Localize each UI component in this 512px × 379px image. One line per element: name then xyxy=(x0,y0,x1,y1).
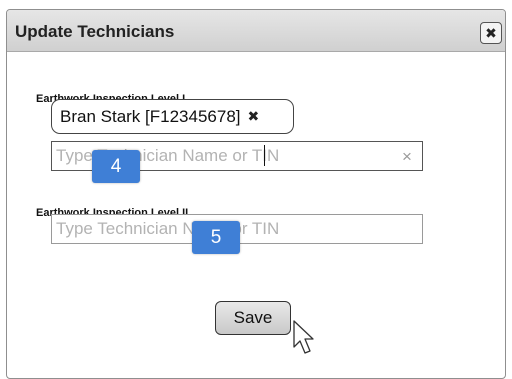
clear-icon[interactable]: × xyxy=(402,147,412,167)
step-badge-4: 4 xyxy=(92,150,140,183)
save-button[interactable]: Save xyxy=(215,301,291,335)
close-icon: ✖ xyxy=(485,25,497,41)
dialog-titlebar: Update Technicians ✖ xyxy=(7,10,505,52)
close-button[interactable]: ✖ xyxy=(480,22,502,44)
level1-placeholder: Type Technician Name or TIN xyxy=(56,146,280,165)
level2-placeholder: Type Technician Name or TIN xyxy=(56,219,280,238)
selected-technician-token: Bran Stark [F12345678] ✖ xyxy=(51,99,294,134)
token-remove-icon[interactable]: ✖ xyxy=(248,108,260,125)
token-label: Bran Stark [F12345678] xyxy=(60,106,241,126)
mouse-pointer-icon xyxy=(293,320,314,354)
text-caret xyxy=(264,145,265,166)
step-badge-5: 5 xyxy=(192,221,240,254)
save-label: Save xyxy=(233,308,273,327)
dialog-title: Update Technicians xyxy=(15,22,175,41)
